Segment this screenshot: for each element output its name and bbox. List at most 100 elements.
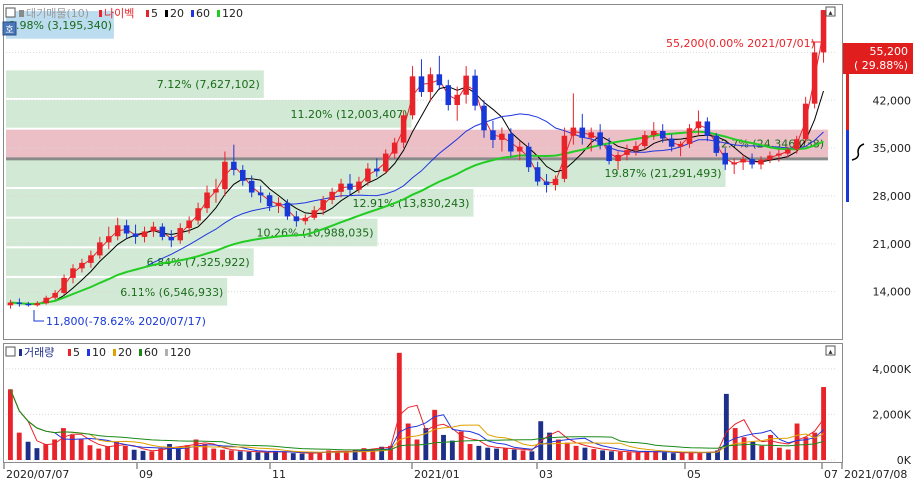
candle-body <box>374 168 380 172</box>
legend-swatch <box>68 349 71 356</box>
volume-bar <box>653 451 659 460</box>
legend-ma-label[interactable]: 10 <box>92 346 106 359</box>
date-axis: 2020/07/07 09 11 2021/01 03 05 07 2021/07/08 <box>3 463 907 481</box>
price-tick-label: 14,000 <box>873 286 912 299</box>
candle-body <box>105 236 112 243</box>
candle-body <box>150 226 157 232</box>
volume-bar <box>582 447 588 460</box>
date-tick-label: 07 <box>824 468 838 481</box>
volume-bar <box>688 452 694 460</box>
volume-bar <box>228 450 234 460</box>
candle-body <box>302 217 309 222</box>
profile-band-label: 7.12% (7,627,102) <box>157 78 260 91</box>
candle-body <box>365 168 371 182</box>
legend-stock-name[interactable]: 나이벡 <box>104 7 134 20</box>
legend-product[interactable]: 대기매물(10) <box>26 7 89 20</box>
volume-legend-title[interactable]: 거래량 <box>24 346 54 359</box>
volume-bar <box>591 449 597 460</box>
volume-bar <box>34 448 40 460</box>
date-tick-label: 11 <box>272 468 286 481</box>
candle-body <box>284 202 291 217</box>
volume-bar <box>821 387 827 460</box>
candle-body <box>499 133 505 140</box>
candle-body <box>767 155 773 160</box>
volume-bar <box>131 449 137 460</box>
candle-body <box>213 189 219 193</box>
candle-body <box>516 146 523 152</box>
candle-body <box>320 200 326 211</box>
volume-bar <box>485 447 491 460</box>
candle-body <box>356 181 362 190</box>
volume-panel-menu-toggle[interactable] <box>5 346 16 357</box>
candle-body <box>570 127 577 136</box>
volume-bar <box>555 439 561 460</box>
candle-body <box>677 143 684 147</box>
candle-body <box>114 225 121 237</box>
volume-bar <box>290 453 296 460</box>
legend-ma-label[interactable]: 120 <box>170 346 191 359</box>
price-tick-label: 35,000 <box>873 142 912 155</box>
profile-band-label: 6.11% (6,546,933) <box>120 286 223 299</box>
candle-body <box>758 159 764 165</box>
volume-bar <box>69 434 75 460</box>
chart-canvas: 6.11% (6,546,933)6.84% (7,325,922)10.26%… <box>2 4 913 481</box>
legend-ma-label[interactable]: 60 <box>144 346 158 359</box>
legend-ma-label[interactable]: 20 <box>170 7 184 20</box>
volume-bar <box>396 352 402 460</box>
candle-body <box>624 150 630 155</box>
legend-swatch <box>87 349 90 356</box>
volume-bar <box>635 452 641 460</box>
volume-bar <box>105 446 111 460</box>
volume-bar <box>43 444 49 460</box>
candle-body <box>391 142 398 154</box>
volume-tick-label: 0K <box>897 454 912 467</box>
candle-body <box>695 121 702 129</box>
volume-bar <box>476 445 482 460</box>
candle-body <box>704 121 711 136</box>
legend-ma-label[interactable]: 5 <box>151 7 158 20</box>
volume-legend-swatch <box>19 349 22 356</box>
candle-body <box>731 162 737 165</box>
candle-body <box>525 146 532 168</box>
date-tick-label: 2020/07/07 <box>6 468 69 481</box>
volume-bar <box>281 451 287 460</box>
volume-bar <box>96 448 102 460</box>
candle-body <box>776 153 782 156</box>
candle-body <box>534 167 541 182</box>
candle-body <box>97 242 103 256</box>
price-tick-label: 42,000 <box>873 94 912 107</box>
price-axis: 49,00042,00035,00028,00021,00014,000 <box>873 46 912 298</box>
candle-body <box>633 146 639 151</box>
candle-body <box>606 145 612 162</box>
volume-bar <box>759 445 765 460</box>
price-panel-menu-toggle[interactable] <box>5 7 16 18</box>
volume-bar <box>414 439 420 460</box>
candle-body <box>382 153 389 172</box>
volume-bar <box>167 444 172 460</box>
volume-bar <box>237 451 243 460</box>
price-tick-label: 28,000 <box>873 190 912 203</box>
legend-ma-label[interactable]: 120 <box>222 7 243 20</box>
legend-ma-label[interactable]: 5 <box>73 346 80 359</box>
volume-bar <box>25 441 31 460</box>
legend-swatch <box>191 10 194 17</box>
volume-tick-label: 2,000K <box>872 408 911 421</box>
candle-body <box>686 128 693 144</box>
date-tick-label: 2021/07/08 <box>844 468 907 481</box>
volume-bar <box>264 452 270 460</box>
volume-bar <box>626 452 632 460</box>
candle-body <box>159 226 166 237</box>
candle-body <box>34 303 41 306</box>
legend-ma-label[interactable]: 60 <box>196 7 210 20</box>
candle-body <box>61 277 67 293</box>
candle-body <box>749 159 755 165</box>
product-legend-swatch <box>19 10 24 17</box>
volume-bar <box>299 453 305 460</box>
legend-ma-label[interactable]: 20 <box>118 346 132 359</box>
volume-bar <box>697 453 703 460</box>
candle-body <box>347 183 353 190</box>
low-price-annotation: 11,800(-78.62% 2020/07/17) <box>46 315 206 328</box>
volume-bar <box>449 440 455 460</box>
candle-body <box>266 195 273 207</box>
volume-bar <box>175 448 181 460</box>
